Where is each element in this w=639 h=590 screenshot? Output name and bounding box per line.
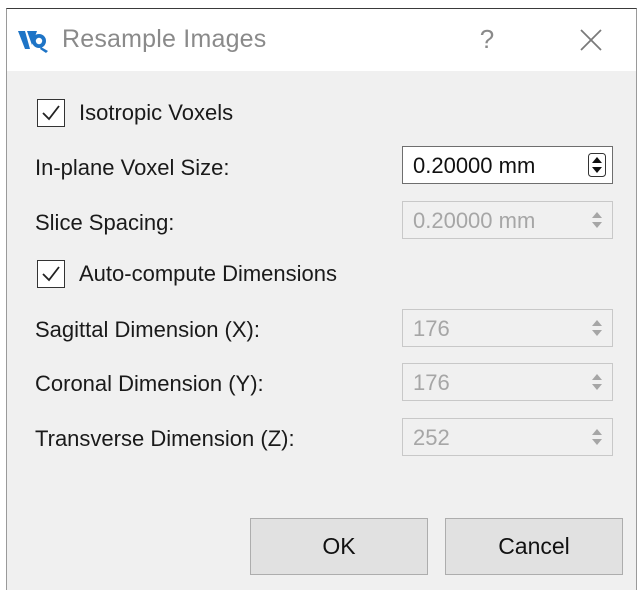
inplane-voxel-size-value[interactable]: 0.20000 mm: [413, 153, 535, 179]
auto-compute-dimensions-label[interactable]: Auto-compute Dimensions: [79, 261, 337, 287]
cancel-button[interactable]: Cancel: [445, 518, 623, 575]
spin-arrows-icon: [592, 374, 602, 390]
transverse-dimension-spinbox[interactable]: 252: [402, 418, 613, 456]
transverse-dimension-value: 252: [413, 425, 450, 450]
coronal-dimension-label: Coronal Dimension (Y):: [35, 371, 264, 396]
close-icon[interactable]: [574, 23, 608, 57]
isotropic-voxels-label[interactable]: Isotropic Voxels: [79, 100, 233, 126]
spin-arrows-icon[interactable]: [588, 153, 606, 177]
spin-arrows-icon: [592, 320, 602, 336]
coronal-dimension-spinbox[interactable]: 176: [402, 363, 613, 401]
app-logo-icon: [18, 31, 48, 53]
slice-spacing-label: Slice Spacing:: [35, 210, 175, 235]
spin-arrows-icon: [592, 429, 602, 445]
checkmark-icon: [42, 105, 60, 121]
window-title: Resample Images: [62, 25, 267, 53]
sagittal-dimension-label: Sagittal Dimension (X):: [35, 317, 260, 342]
sagittal-dimension-value: 176: [413, 316, 450, 341]
sagittal-dimension-spinbox[interactable]: 176: [402, 309, 613, 347]
isotropic-voxels-checkbox[interactable]: [37, 99, 65, 127]
help-button[interactable]: ?: [469, 21, 505, 57]
ok-button[interactable]: OK: [250, 518, 428, 575]
inplane-voxel-size-spinbox[interactable]: 0.20000 mm: [402, 146, 613, 184]
checkmark-icon: [42, 266, 60, 282]
auto-compute-dimensions-checkbox[interactable]: [37, 260, 65, 288]
resample-images-dialog: Resample Images ? Isotropic Voxels In-pl…: [6, 8, 637, 590]
coronal-dimension-value: 176: [413, 370, 450, 395]
inplane-voxel-size-label: In-plane Voxel Size:: [35, 155, 230, 180]
slice-spacing-spinbox[interactable]: 0.20000 mm: [402, 201, 613, 239]
transverse-dimension-label: Transverse Dimension (Z):: [35, 426, 295, 451]
spin-arrows-icon: [592, 212, 602, 228]
slice-spacing-value: 0.20000 mm: [413, 208, 536, 233]
title-bar[interactable]: Resample Images ?: [7, 9, 636, 71]
